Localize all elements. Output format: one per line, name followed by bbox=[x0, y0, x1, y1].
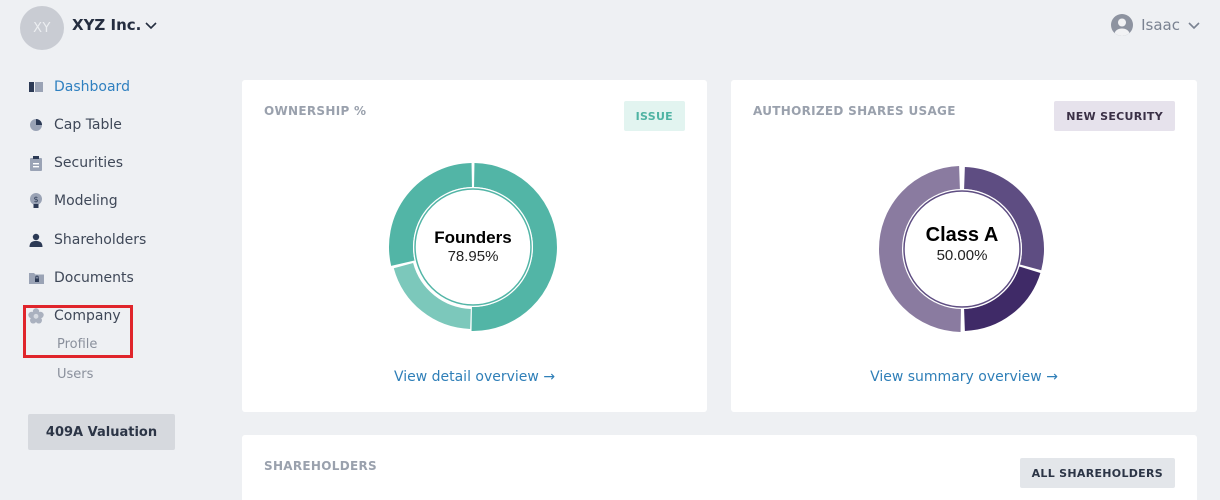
sidebar-item-label: Documents bbox=[54, 270, 134, 286]
highlight-annotation-box bbox=[23, 305, 133, 358]
svg-text:$: $ bbox=[33, 195, 38, 204]
sidebar-item-label: Shareholders bbox=[54, 232, 147, 248]
card-title: AUTHORIZED SHARES USAGE bbox=[753, 104, 956, 118]
arrow-right-icon: → bbox=[543, 369, 556, 385]
user-avatar-icon bbox=[1111, 14, 1134, 36]
new-security-button[interactable]: NEW SECURITY bbox=[1054, 101, 1175, 131]
issue-button[interactable]: ISSUE bbox=[623, 101, 685, 131]
shareholders-card: SHAREHOLDERS ALL SHAREHOLDERS bbox=[242, 435, 1197, 500]
lightbulb-dollar-icon: $ bbox=[28, 193, 44, 209]
sidebar-item-cap-table[interactable]: Cap Table bbox=[28, 117, 122, 133]
user-menu[interactable]: Isaac bbox=[1111, 14, 1200, 36]
chevron-down-icon bbox=[1188, 22, 1200, 30]
sidebar-item-label: Cap Table bbox=[54, 117, 122, 133]
donut-center-name: Class A bbox=[925, 224, 999, 246]
sidebar-item-shareholders[interactable]: Shareholders bbox=[28, 232, 146, 248]
dashboard-icon bbox=[28, 79, 44, 95]
link-label: View summary overview bbox=[870, 369, 1042, 385]
folder-lock-icon bbox=[28, 270, 44, 286]
donut-center-value: 78.95% bbox=[447, 248, 499, 265]
chevron-down-icon bbox=[145, 22, 157, 30]
link-label: View detail overview bbox=[393, 369, 539, 385]
company-name: XYZ Inc. bbox=[72, 16, 142, 34]
sidebar-item-label: Modeling bbox=[54, 193, 118, 209]
company-avatar[interactable]: XY bbox=[20, 6, 64, 50]
pie-chart-icon bbox=[28, 117, 44, 133]
person-icon bbox=[28, 232, 44, 248]
view-detail-overview-link[interactable]: View detail overview → bbox=[242, 369, 707, 385]
ownership-card: OWNERSHIP % ISSUE Founders 78.95% View d… bbox=[242, 80, 707, 412]
all-shareholders-button[interactable]: ALL SHAREHOLDERS bbox=[1019, 458, 1175, 488]
409a-valuation-button[interactable]: 409A Valuation bbox=[28, 414, 175, 450]
company-switcher[interactable]: XYZ Inc. bbox=[72, 16, 157, 34]
sidebar-subitem-users[interactable]: Users bbox=[57, 367, 93, 382]
sidebar-item-dashboard[interactable]: Dashboard bbox=[28, 79, 130, 95]
authorized-shares-donut: Class A 50.00% bbox=[879, 166, 1045, 332]
sidebar-item-modeling[interactable]: $ Modeling bbox=[28, 193, 118, 209]
authorized-shares-card: AUTHORIZED SHARES USAGE NEW SECURITY Cla… bbox=[731, 80, 1197, 412]
donut-center-value: 50.00% bbox=[936, 247, 988, 264]
sidebar-item-label: Dashboard bbox=[54, 79, 130, 95]
user-name: Isaac bbox=[1141, 16, 1180, 34]
clipboard-icon bbox=[28, 155, 44, 171]
sidebar-item-label: Securities bbox=[54, 155, 124, 171]
sidebar-item-securities[interactable]: Securities bbox=[28, 155, 123, 171]
arrow-right-icon: → bbox=[1046, 369, 1058, 385]
donut-center-name: Founders bbox=[434, 228, 512, 247]
card-title: SHAREHOLDERS bbox=[264, 459, 377, 473]
ownership-donut: Founders 78.95% bbox=[388, 162, 558, 332]
view-summary-overview-link[interactable]: View summary overview → bbox=[731, 369, 1197, 385]
card-title: OWNERSHIP % bbox=[264, 104, 367, 118]
sidebar-item-documents[interactable]: Documents bbox=[28, 270, 134, 286]
